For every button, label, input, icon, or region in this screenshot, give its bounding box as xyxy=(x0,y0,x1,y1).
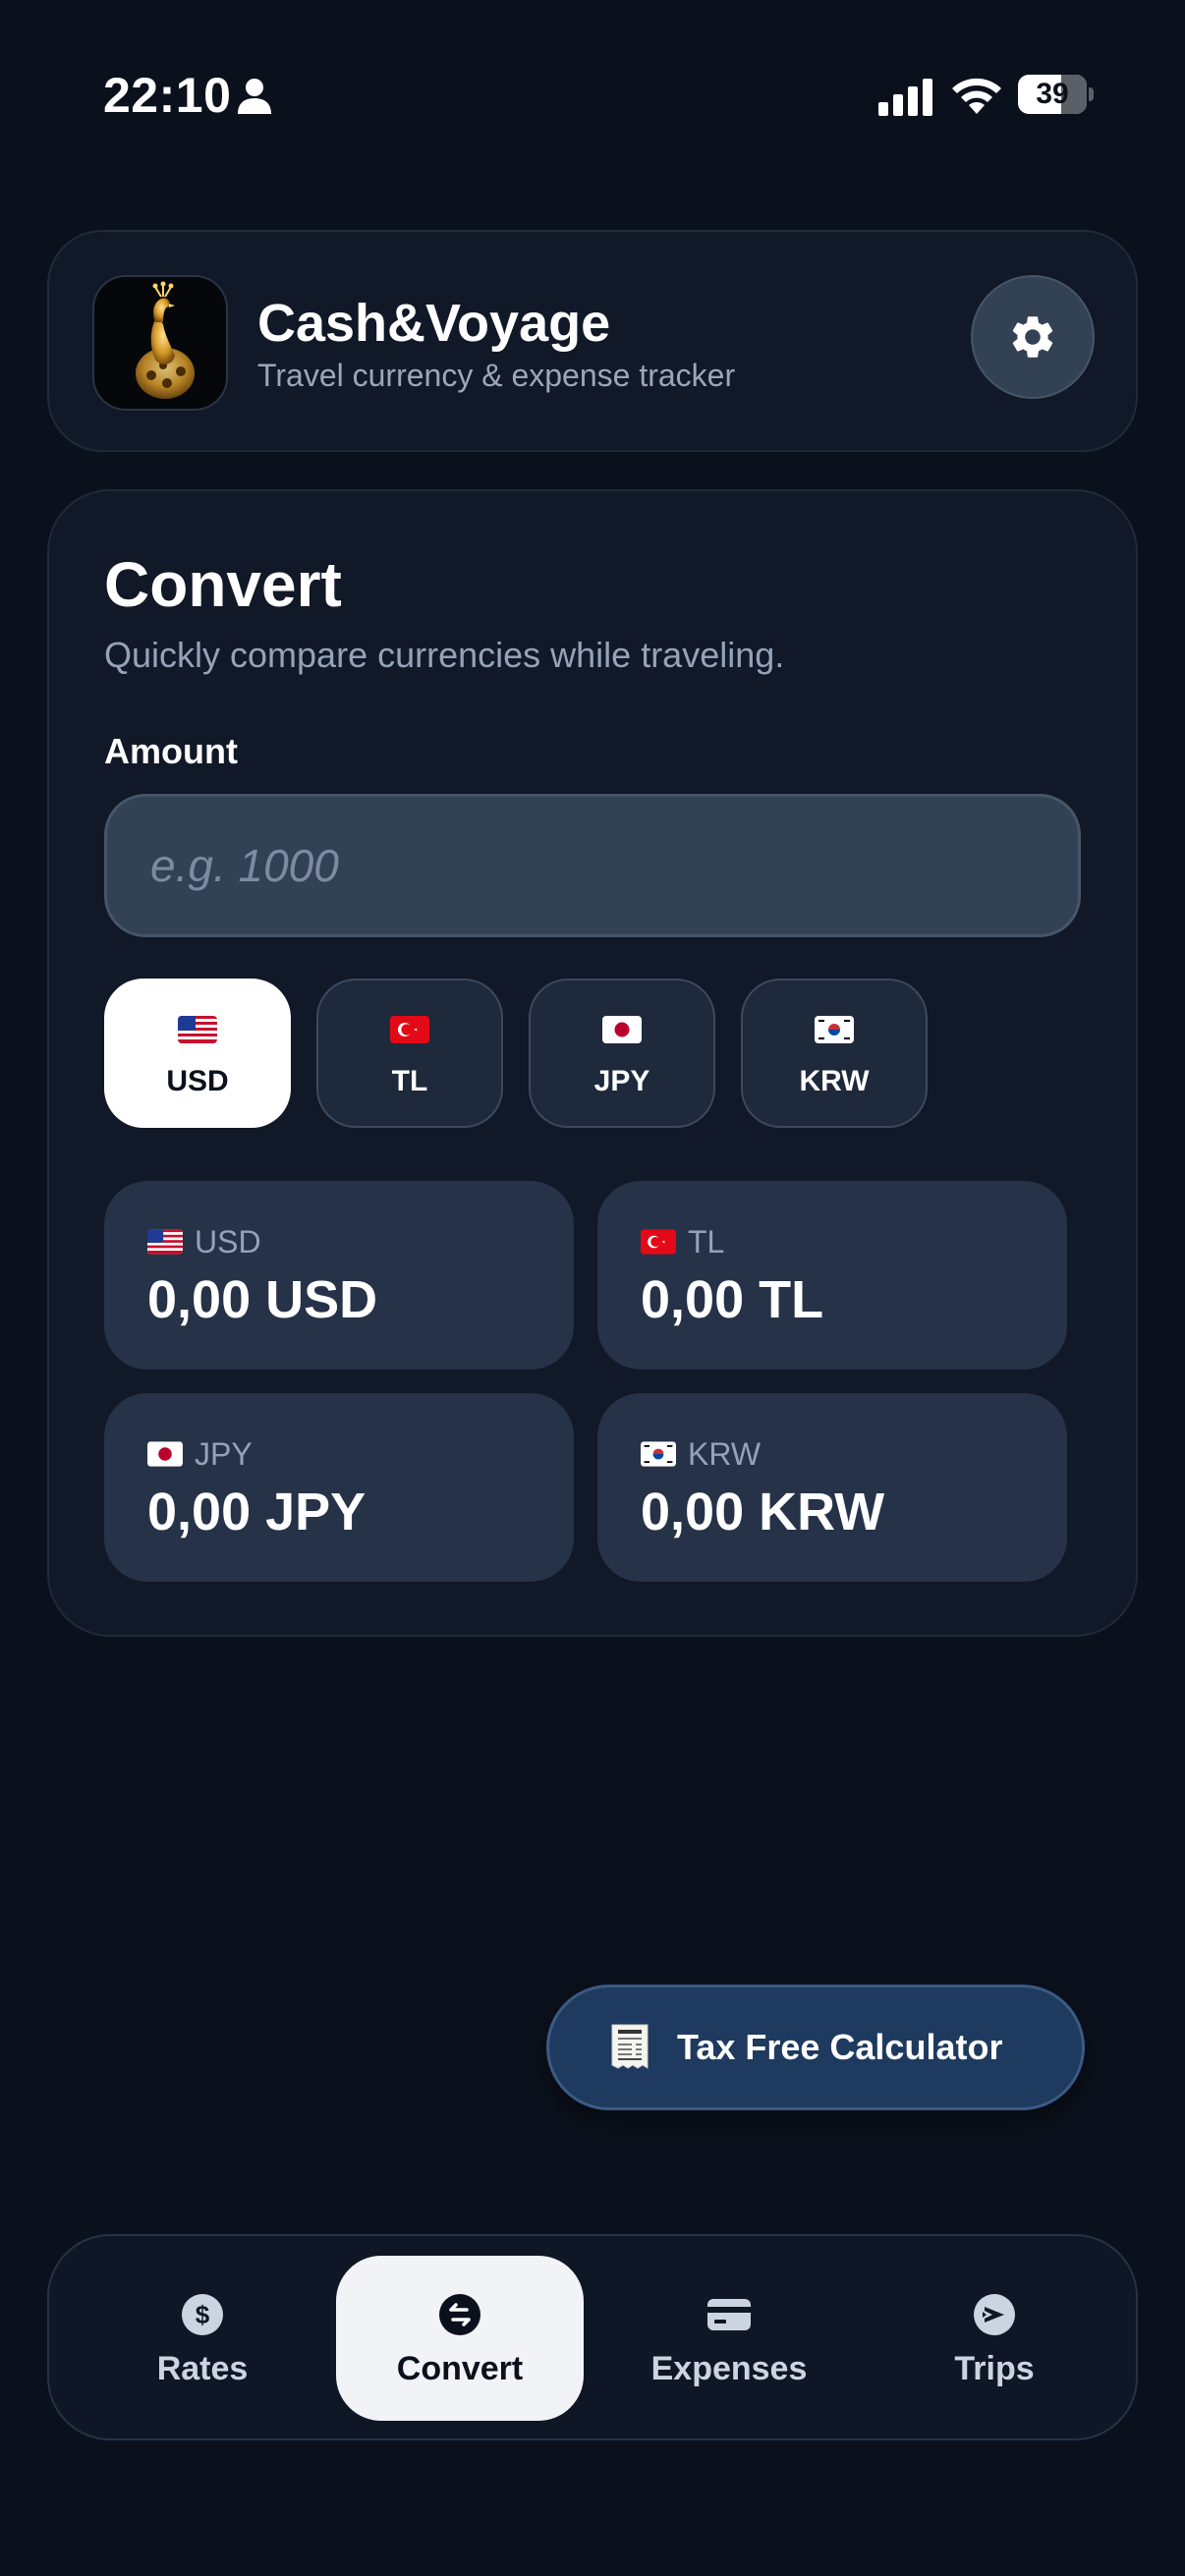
chip-label: TL xyxy=(391,1065,428,1097)
dollar-icon: $ xyxy=(182,2294,223,2335)
us-flag-icon xyxy=(147,1229,183,1255)
result-currency-code: TL xyxy=(688,1223,725,1260)
amount-label: Amount xyxy=(104,731,238,771)
svg-text:$: $ xyxy=(196,2300,210,2329)
kr-flag-icon xyxy=(815,1016,854,1043)
app-title: Cash&Voyage xyxy=(257,294,611,353)
gear-icon xyxy=(1012,316,1053,358)
result-tile-tl: TL 0,00 TL xyxy=(597,1181,1067,1370)
tr-flag-icon xyxy=(641,1229,676,1255)
nav-item-expenses[interactable]: Expenses xyxy=(605,2256,853,2421)
nav-item-trips[interactable]: Trips xyxy=(871,2256,1118,2421)
receipt-icon xyxy=(611,2024,649,2069)
nav-label: Trips xyxy=(954,2350,1035,2387)
result-value: 0,00 JPY xyxy=(147,1483,367,1541)
result-currency-code: USD xyxy=(195,1223,261,1260)
currency-chip-usd[interactable]: USD xyxy=(104,979,291,1128)
wifi-icon xyxy=(952,78,1001,114)
result-tile-jpy: JPY 0,00 JPY xyxy=(104,1393,574,1582)
person-icon xyxy=(238,79,271,114)
app-header: Cash&Voyage Travel currency & expense tr… xyxy=(47,230,1138,452)
tr-flag-icon xyxy=(390,1016,429,1043)
nav-item-convert[interactable]: Convert xyxy=(336,2256,584,2421)
result-value: 0,00 USD xyxy=(147,1270,378,1329)
result-value: 0,00 TL xyxy=(641,1270,824,1329)
amount-input[interactable] xyxy=(104,794,1081,937)
currency-chip-tl[interactable]: TL xyxy=(316,979,503,1128)
result-currency-code: KRW xyxy=(688,1435,762,1472)
nav-label: Expenses xyxy=(650,2350,808,2387)
convert-subtitle: Quickly compare currencies while traveli… xyxy=(104,635,785,675)
jp-flag-icon xyxy=(147,1441,183,1467)
battery-icon: 39 xyxy=(1018,75,1094,114)
status-bar: 22:10 39 xyxy=(0,0,1185,187)
chip-label: JPY xyxy=(593,1065,650,1097)
convert-card: Convert Quickly compare currencies while… xyxy=(47,489,1138,1637)
us-flag-icon xyxy=(178,1016,217,1043)
result-currency-code: JPY xyxy=(195,1435,253,1472)
battery-level: 39 xyxy=(1036,78,1069,110)
exchange-icon xyxy=(439,2294,480,2335)
result-tile-krw: KRW 0,00 KRW xyxy=(597,1393,1067,1582)
card-icon xyxy=(707,2299,751,2330)
airplane-icon xyxy=(974,2294,1015,2335)
tax-free-label: Tax Free Calculator xyxy=(677,2027,1003,2067)
chip-label: KRW xyxy=(799,1065,870,1097)
jp-flag-icon xyxy=(602,1016,642,1043)
tax-free-calculator-button[interactable]: Tax Free Calculator xyxy=(546,1985,1085,2110)
currency-chip-jpy[interactable]: JPY xyxy=(529,979,715,1128)
result-value: 0,00 KRW xyxy=(641,1483,885,1541)
settings-button[interactable] xyxy=(971,275,1095,399)
signal-icon xyxy=(878,79,932,116)
convert-title: Convert xyxy=(104,549,342,620)
currency-chip-krw[interactable]: KRW xyxy=(741,979,928,1128)
kr-flag-icon xyxy=(641,1441,676,1467)
bottom-nav: $ Rates Convert Expenses Trips xyxy=(47,2234,1138,2440)
nav-item-rates[interactable]: $ Rates xyxy=(79,2256,326,2421)
status-time: 22:10 xyxy=(103,68,232,123)
app-subtitle: Travel currency & expense tracker xyxy=(257,358,736,393)
peacock-logo xyxy=(92,275,228,411)
result-tile-usd: USD 0,00 USD xyxy=(104,1181,574,1370)
chip-label: USD xyxy=(166,1065,229,1097)
nav-label: Rates xyxy=(156,2350,249,2387)
nav-label: Convert xyxy=(396,2350,524,2387)
